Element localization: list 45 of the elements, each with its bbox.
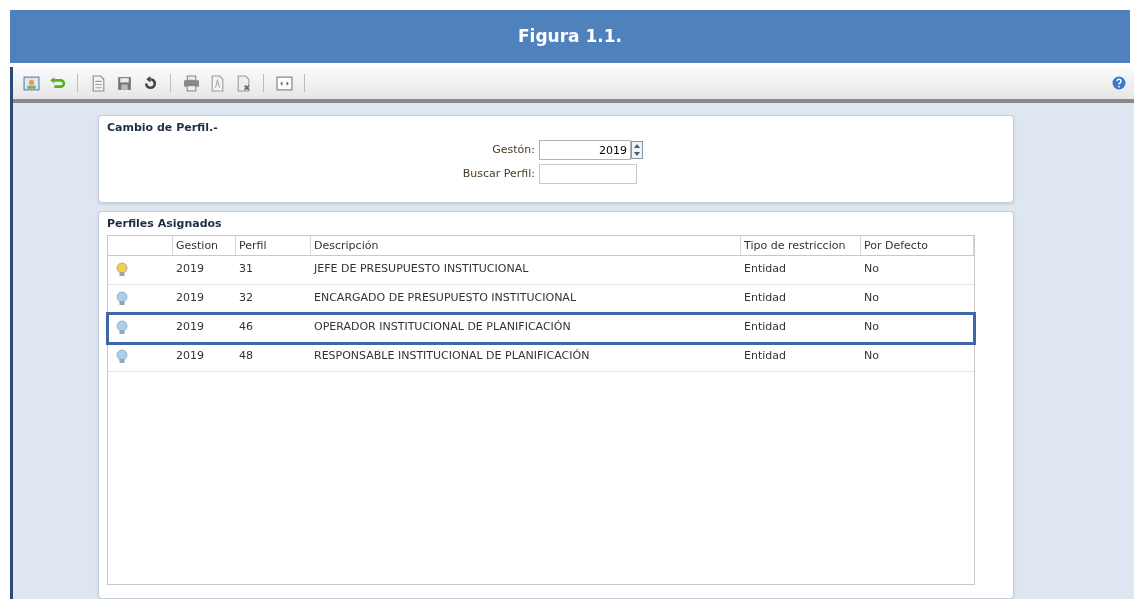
lightbulb-icon: [116, 261, 128, 278]
picture-icon[interactable]: [21, 73, 41, 93]
column-header[interactable]: Por Defecto: [861, 235, 974, 255]
table-cell: Entidad: [744, 262, 786, 276]
field-label: Buscar Perfil:: [461, 165, 535, 182]
column-header[interactable]: Descripción: [311, 235, 741, 255]
lightbulb-icon: [116, 348, 128, 365]
table-cell: 48: [239, 349, 253, 363]
column-header[interactable]: Tipo de restriccion: [741, 235, 861, 255]
table-cell: 46: [239, 320, 253, 334]
table-cell: No: [864, 262, 879, 276]
table-row[interactable]: 2019 32 ENCARGADO DE PRESUPUESTO INSTITUCIONAL Entidad No: [108, 284, 974, 314]
help-icon[interactable]: [1112, 76, 1126, 90]
table-cell: JEFE DE PRESUPUESTO INSTITUCIONAL: [314, 262, 529, 276]
table-cell: 32: [239, 291, 253, 305]
table-cell: RESPONSABLE INSTITUCIONAL DE PLANIFICACIÓN: [314, 349, 590, 363]
panel-title: Cambio de Perfil.-: [107, 120, 219, 136]
table-cell: No: [864, 320, 879, 334]
table-cell: OPERADOR INSTITUCIONAL DE PLANIFICACIÓN: [314, 320, 571, 334]
panel-title: Perfiles Asignados: [107, 216, 223, 232]
table-cell: 31: [239, 262, 253, 276]
fit-icon[interactable]: [274, 73, 294, 93]
table-cell: 2019: [176, 349, 204, 363]
table-cell: Entidad: [744, 291, 786, 305]
table-cell: Entidad: [744, 320, 786, 334]
lightbulb-icon: [116, 290, 128, 307]
table-row[interactable]: 2019 48 RESPONSABLE INSTITUCIONAL DE PLANIFICACIÓN Entidad No: [108, 342, 974, 372]
column-header[interactable]: Perfil: [236, 235, 311, 255]
table-cell: ENCARGADO DE PRESUPUESTO INSTITUCIONAL: [314, 291, 577, 305]
table-cell: 2019: [176, 291, 204, 305]
search-field[interactable]: [539, 164, 637, 184]
figure-banner: Figura 1.1.: [10, 10, 1130, 63]
table-cell: No: [864, 291, 879, 305]
table-cell: 2019: [176, 262, 204, 276]
lightbulb-icon: [116, 319, 128, 336]
column-header[interactable]: Gestion: [173, 235, 236, 255]
year-field[interactable]: 2019: [539, 140, 631, 160]
table-cell: No: [864, 349, 879, 363]
print-icon[interactable]: [181, 73, 201, 93]
table-row[interactable]: 2019 46 OPERADOR INSTITUCIONAL DE PLANIFICACIÓN Entidad No: [108, 313, 974, 343]
table-cell: Entidad: [744, 349, 786, 363]
table-cell: 2019: [176, 320, 204, 334]
spinner-icon[interactable]: [631, 141, 643, 159]
table-row[interactable]: 2019 31 JEFE DE PRESUPUESTO INSTITUCIONAL Entidad No: [108, 255, 974, 285]
field-label: Gestón:: [491, 141, 535, 158]
